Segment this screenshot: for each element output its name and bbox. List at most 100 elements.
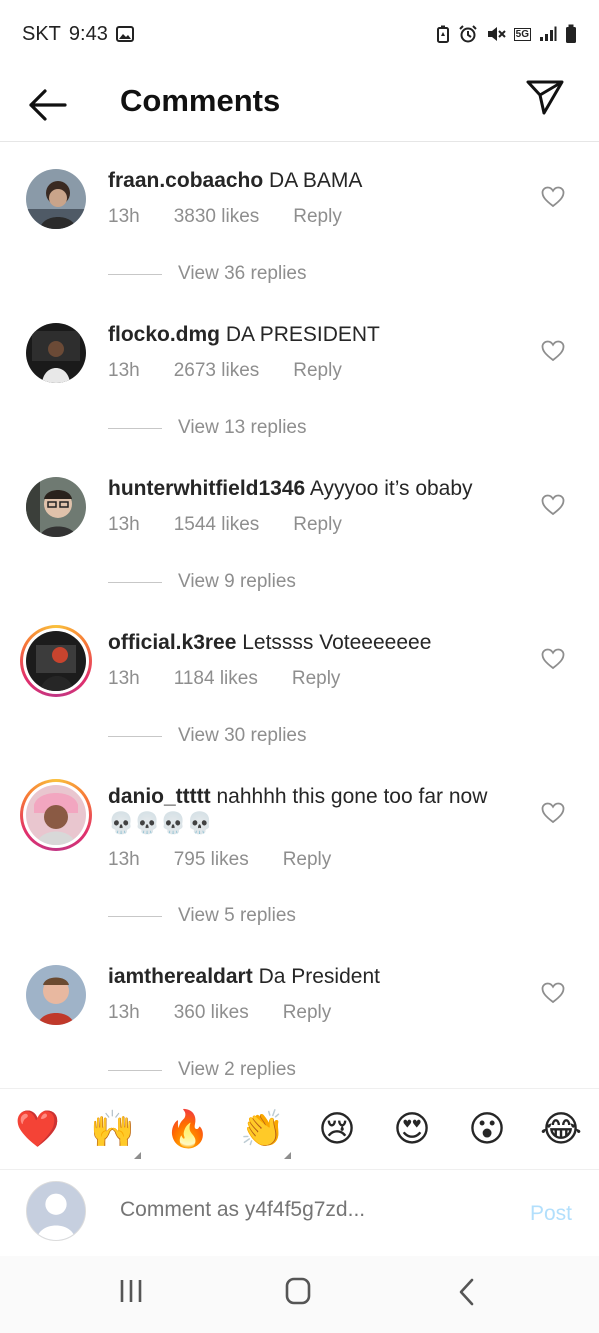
reply-button[interactable]: Reply <box>283 849 332 871</box>
back-arrow-icon[interactable] <box>28 86 68 124</box>
replies-divider <box>108 273 162 275</box>
avatar <box>26 631 86 691</box>
comment-username[interactable]: hunterwhitfield1346 <box>108 477 305 500</box>
avatar <box>26 785 86 845</box>
heart-icon[interactable] <box>541 494 565 516</box>
view-replies[interactable]: View 36 replies <box>108 263 307 285</box>
avatar[interactable] <box>26 169 86 229</box>
view-replies-label[interactable]: View 36 replies <box>178 263 307 285</box>
home-icon[interactable] <box>285 1277 311 1305</box>
comment-text: danio_ttttt nahhhh this gone too far now… <box>108 783 508 837</box>
emoji-bar: ❤️ 🙌 🔥 👏 😢 😍 😮 😂 <box>0 1088 599 1170</box>
skin-tone-indicator <box>284 1152 291 1159</box>
avatar-story-ring[interactable] <box>20 779 92 851</box>
comment-body: Da President <box>252 965 380 988</box>
comment-meta: 13h 1184 likes Reply <box>108 668 340 690</box>
comment-body: DA PRESIDENT <box>220 323 380 346</box>
comment-username[interactable]: iamtherealdart <box>108 965 253 988</box>
comment-meta: 13h 3830 likes Reply <box>108 206 342 228</box>
emoji-fire[interactable]: 🔥 <box>165 1107 210 1151</box>
comment-text: flocko.dmg DA PRESIDENT <box>108 321 528 348</box>
comment-likes[interactable]: 1544 likes <box>174 514 260 536</box>
replies-divider <box>108 915 162 917</box>
reply-button[interactable]: Reply <box>292 668 341 690</box>
comment-text: iamtherealdart Da President <box>108 963 528 990</box>
reply-button[interactable]: Reply <box>283 1002 332 1024</box>
send-icon[interactable] <box>525 78 565 116</box>
alarm-icon <box>458 25 477 43</box>
header: Comments <box>0 68 599 142</box>
system-nav-bar <box>0 1256 599 1333</box>
comment-body: DA BAMA <box>263 169 363 192</box>
view-replies-label[interactable]: View 30 replies <box>178 725 307 747</box>
view-replies-label[interactable]: View 13 replies <box>178 417 307 439</box>
replies-divider <box>108 1069 162 1071</box>
comment-age: 13h <box>108 360 140 381</box>
comment-likes[interactable]: 3830 likes <box>174 206 260 228</box>
reply-button[interactable]: Reply <box>293 514 342 536</box>
avatar[interactable] <box>26 965 86 1025</box>
avatar[interactable] <box>26 323 86 383</box>
emoji-joy[interactable]: 😂 <box>539 1107 583 1151</box>
view-replies-label[interactable]: View 5 replies <box>178 905 296 927</box>
replies-divider <box>108 427 162 429</box>
emoji-surprised[interactable]: 😮 <box>465 1107 509 1151</box>
comment-username[interactable]: flocko.dmg <box>108 323 220 346</box>
view-replies[interactable]: View 30 replies <box>108 725 307 747</box>
comment-username[interactable]: fraan.cobaacho <box>108 169 263 192</box>
view-replies[interactable]: View 9 replies <box>108 571 296 593</box>
network-type: 5G <box>513 27 531 41</box>
heart-icon[interactable] <box>541 802 565 824</box>
replies-divider <box>108 735 162 737</box>
emoji-heart-eyes[interactable]: 😍 <box>390 1107 434 1151</box>
comment-likes[interactable]: 360 likes <box>174 1002 249 1024</box>
clock: 9:43 <box>68 22 108 45</box>
battery-icon <box>566 24 576 43</box>
page-title: Comments <box>120 83 281 118</box>
reply-button[interactable]: Reply <box>293 206 342 228</box>
avatar-inner <box>23 628 89 694</box>
comment-input[interactable] <box>120 1198 500 1222</box>
comment-age: 13h <box>108 1002 140 1023</box>
post-button[interactable]: Post <box>530 1202 572 1226</box>
view-replies[interactable]: View 5 replies <box>108 905 296 927</box>
comment-age: 13h <box>108 668 140 689</box>
gallery-icon <box>115 26 134 42</box>
comment-username[interactable]: danio_ttttt <box>108 785 211 808</box>
comment-age: 13h <box>108 849 140 870</box>
comment-likes[interactable]: 2673 likes <box>174 360 260 382</box>
skin-tone-indicator <box>134 1152 141 1159</box>
comment-text: official.k3ree Letssss Voteeeeeee <box>108 629 528 656</box>
emoji-raised-hands[interactable]: 🙌 <box>90 1107 135 1151</box>
view-replies[interactable]: View 13 replies <box>108 417 307 439</box>
reply-button[interactable]: Reply <box>293 360 342 382</box>
comment-username[interactable]: official.k3ree <box>108 631 236 654</box>
comment-body: Letssss Voteeeeeee <box>236 631 432 654</box>
recents-icon[interactable] <box>119 1279 143 1303</box>
avatar-inner <box>23 782 89 848</box>
comment-likes[interactable]: 795 likes <box>174 849 249 871</box>
emoji-heart[interactable]: ❤️ <box>15 1107 60 1151</box>
avatar-story-ring[interactable] <box>20 625 92 697</box>
comment-meta: 13h 360 likes Reply <box>108 1002 331 1024</box>
heart-icon[interactable] <box>541 340 565 362</box>
comment-body: Ayyyoo it’s obaby <box>305 477 473 500</box>
view-replies-label[interactable]: View 2 replies <box>178 1059 296 1081</box>
emoji-clap[interactable]: 👏 <box>240 1107 285 1151</box>
system-back-icon[interactable] <box>456 1277 476 1307</box>
heart-icon[interactable] <box>541 982 565 1004</box>
comment-likes[interactable]: 1184 likes <box>174 668 258 690</box>
view-replies-label[interactable]: View 9 replies <box>178 571 296 593</box>
heart-icon[interactable] <box>541 648 565 670</box>
emoji-sad[interactable]: 😢 <box>315 1107 359 1151</box>
heart-icon[interactable] <box>541 186 565 208</box>
status-bar: SKT 9:43 5G <box>0 0 599 68</box>
mute-icon <box>487 27 506 41</box>
avatar[interactable] <box>26 477 86 537</box>
comment-age: 13h <box>108 514 140 535</box>
carrier-label: SKT <box>22 22 61 45</box>
comment-text: hunterwhitfield1346 Ayyyoo it’s obaby <box>108 475 528 502</box>
replies-divider <box>108 581 162 583</box>
view-replies[interactable]: View 2 replies <box>108 1059 296 1081</box>
comment-age: 13h <box>108 206 140 227</box>
